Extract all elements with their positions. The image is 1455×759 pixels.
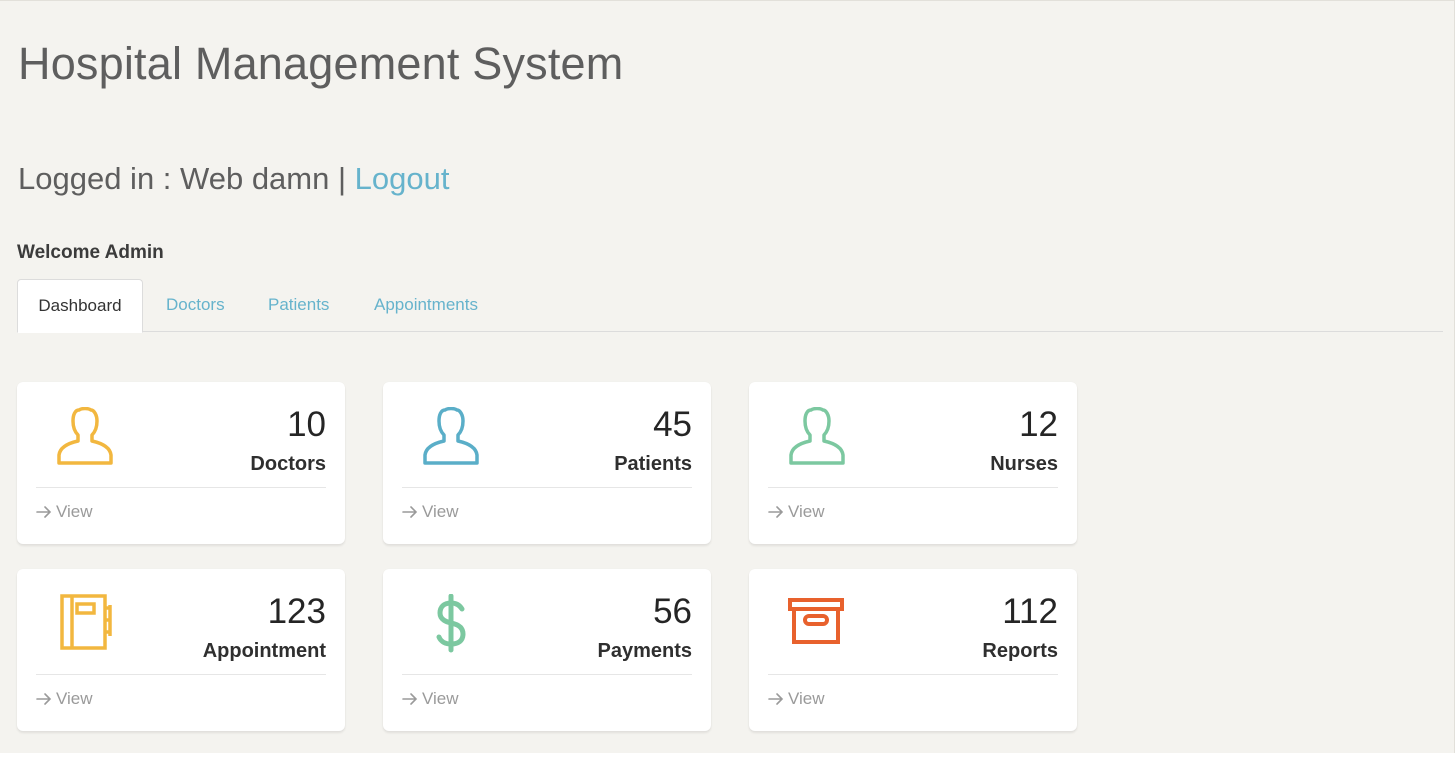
view-nurses-link[interactable]: View <box>768 501 825 523</box>
stat-card-payments: 56 Payments View <box>383 569 711 731</box>
logout-link[interactable]: Logout <box>355 161 450 196</box>
appointment-label: Appointment <box>202 640 326 662</box>
tab-appointments[interactable]: Appointments <box>374 279 478 332</box>
stat-card-reports: 112 Reports View <box>749 569 1077 731</box>
welcome-text: Welcome Admin <box>17 242 164 263</box>
bottom-band <box>0 753 1455 759</box>
card-divider <box>36 487 326 488</box>
arrow-right-icon <box>402 693 418 705</box>
top-border <box>0 0 1455 1</box>
card-divider <box>768 487 1058 488</box>
view-label: View <box>422 502 459 521</box>
arrow-right-icon <box>36 693 52 705</box>
person-icon <box>787 406 847 467</box>
view-label: View <box>788 502 825 521</box>
arrow-right-icon <box>768 693 784 705</box>
tab-dashboard[interactable]: Dashboard <box>17 279 143 333</box>
logged-in-text: Logged in : Web damn | <box>18 161 355 196</box>
view-label: View <box>422 689 459 708</box>
view-label: View <box>56 502 93 521</box>
card-divider <box>36 674 326 675</box>
archive-box-icon <box>787 594 847 654</box>
patients-label: Patients <box>614 453 692 475</box>
view-label: View <box>788 689 825 708</box>
person-icon <box>55 406 115 467</box>
tab-doctors[interactable]: Doctors <box>166 279 225 332</box>
arrow-right-icon <box>36 506 52 518</box>
stat-card-nurses: 12 Nurses View <box>749 382 1077 544</box>
view-label: View <box>56 689 93 708</box>
appointment-count: 123 <box>267 592 326 631</box>
dollar-icon <box>421 593 481 654</box>
page-title: Hospital Management System <box>18 38 624 89</box>
view-appointment-link[interactable]: View <box>36 688 93 710</box>
tab-bar: Dashboard Doctors Patients Appointments <box>17 279 1443 333</box>
stat-card-doctors: 10 Doctors View <box>17 382 345 544</box>
reports-count: 112 <box>1002 592 1058 631</box>
view-reports-link[interactable]: View <box>768 688 825 710</box>
view-patients-link[interactable]: View <box>402 501 459 523</box>
card-divider <box>768 674 1058 675</box>
stat-card-patients: 45 Patients View <box>383 382 711 544</box>
notebook-icon <box>55 594 115 654</box>
login-status: Logged in : Web damn | Logout <box>18 161 449 197</box>
nurses-count: 12 <box>1019 405 1058 444</box>
stat-card-appointment: 123 Appointment View <box>17 569 345 731</box>
nurses-label: Nurses <box>990 453 1058 475</box>
arrow-right-icon <box>402 506 418 518</box>
payments-label: Payments <box>597 640 693 662</box>
doctors-label: Doctors <box>250 453 326 475</box>
patients-count: 45 <box>653 405 692 444</box>
doctors-count: 10 <box>287 405 326 444</box>
tab-patients[interactable]: Patients <box>268 279 329 332</box>
view-doctors-link[interactable]: View <box>36 501 93 523</box>
person-icon <box>421 406 481 467</box>
card-divider <box>402 674 692 675</box>
arrow-right-icon <box>768 506 784 518</box>
card-divider <box>402 487 692 488</box>
payments-count: 56 <box>653 592 692 631</box>
reports-label: Reports <box>982 640 1058 662</box>
view-payments-link[interactable]: View <box>402 688 459 710</box>
